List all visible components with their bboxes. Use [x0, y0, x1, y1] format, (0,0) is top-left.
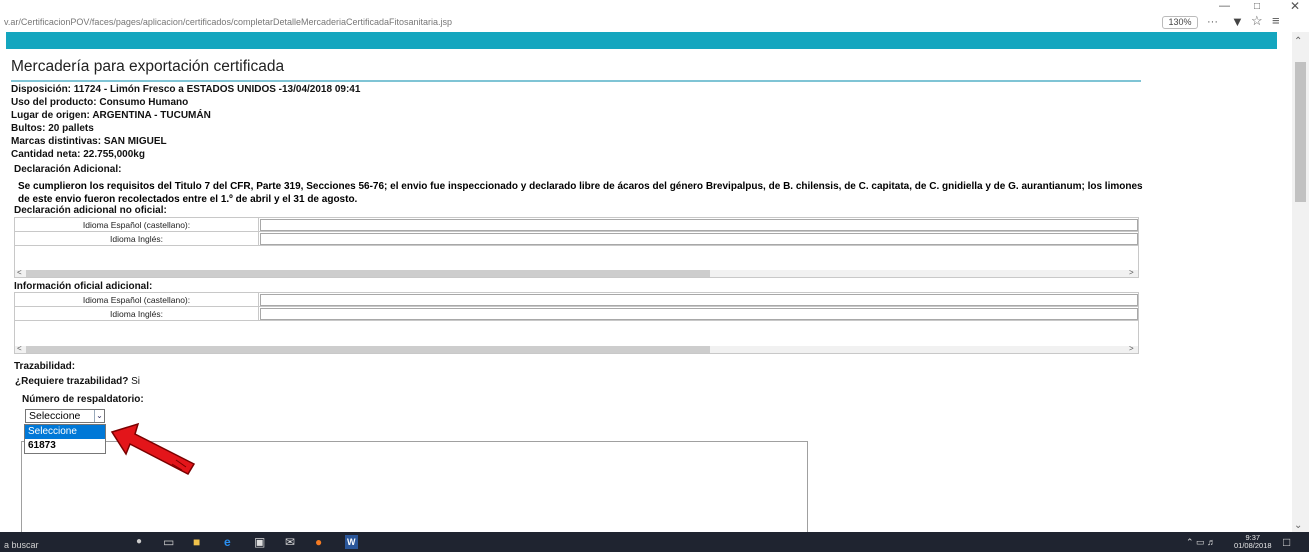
info-oficial-row2-label: Idioma Inglés:: [110, 309, 163, 319]
word-icon[interactable]: W: [345, 535, 358, 549]
firefox-icon[interactable]: ●: [315, 535, 322, 549]
info-origen: Lugar de origen: ARGENTINA - TUCUMÁN: [11, 110, 211, 121]
close-icon[interactable]: ✕: [1290, 0, 1300, 13]
no-oficial-title: Declaración adicional no oficial:: [14, 205, 167, 216]
address-bar[interactable]: v.ar/CertificacionPOV/faces/pages/aplica…: [4, 17, 452, 27]
no-oficial-hscroll-thumb[interactable]: [26, 270, 710, 277]
respaldatorio-select[interactable]: Seleccione: [25, 409, 105, 423]
scroll-up-icon[interactable]: ⌃: [1294, 36, 1302, 47]
info-bultos: Bultos: 20 pallets: [11, 123, 94, 134]
title-divider: [11, 80, 1141, 82]
taskbar-search[interactable]: a buscar: [4, 540, 39, 550]
page-title: Mercadería para exportación certificada: [11, 58, 285, 75]
scroll-down-icon[interactable]: ⌄: [1294, 520, 1302, 531]
task-view-icon[interactable]: ▭: [163, 535, 174, 549]
vertical-scrollbar-thumb[interactable]: [1295, 62, 1306, 202]
tray-clock[interactable]: 9:37 01/08/2018: [1234, 534, 1272, 550]
info-oficial-hscroll-thumb[interactable]: [26, 346, 710, 353]
info-oficial-title: Información oficial adicional:: [14, 281, 153, 292]
store-icon[interactable]: ▣: [254, 535, 265, 549]
tray-icons[interactable]: ⌃ ▭ ♬: [1186, 535, 1216, 549]
declaracion-text: Se cumplieron los requisitos del Titulo …: [18, 181, 1143, 205]
no-oficial-ingles-input[interactable]: [260, 233, 1138, 245]
scroll-left-icon[interactable]: <: [17, 344, 22, 353]
more-icon[interactable]: ···: [1207, 16, 1218, 29]
dropdown-option-seleccione[interactable]: Seleccione: [25, 425, 105, 439]
no-oficial-espanol-input[interactable]: [260, 219, 1138, 231]
edge-icon[interactable]: e: [224, 535, 231, 549]
trazabilidad-answer: Si: [131, 376, 141, 387]
declaracion-title: Declaración Adicional:: [14, 164, 122, 175]
bookmark-star-icon[interactable]: ☆: [1251, 14, 1263, 27]
tray-date: 01/08/2018: [1234, 541, 1272, 550]
annotation-arrow-icon: [110, 422, 196, 475]
header-band: [6, 32, 1277, 49]
notification-icon[interactable]: □: [1283, 535, 1290, 549]
info-uso: Uso del producto: Consumo Humano: [11, 97, 189, 108]
table-row-divider: [15, 306, 1138, 307]
file-explorer-icon[interactable]: ■: [193, 535, 200, 549]
table-row-divider: [15, 320, 1138, 321]
zoom-level-badge[interactable]: 130%: [1162, 16, 1198, 29]
chevron-down-icon[interactable]: ⌄: [94, 410, 104, 422]
info-oficial-ingles-input[interactable]: [260, 308, 1138, 320]
scroll-right-icon[interactable]: >: [1129, 268, 1134, 277]
no-oficial-row1-label: Idioma Español (castellano):: [82, 220, 191, 230]
no-oficial-row2-label: Idioma Inglés:: [110, 234, 163, 244]
info-marcas: Marcas distintivas: SAN MIGUEL: [11, 136, 167, 147]
microphone-icon[interactable]: ●: [136, 535, 142, 549]
minimize-icon[interactable]: —: [1219, 0, 1230, 13]
table-row-divider: [15, 245, 1138, 246]
dropdown-option-61873[interactable]: 61873: [25, 439, 105, 453]
trazabilidad-title: Trazabilidad:: [14, 361, 76, 372]
scroll-left-icon[interactable]: <: [17, 268, 22, 277]
browser-toolbar: v.ar/CertificacionPOV/faces/pages/aplica…: [0, 0, 1309, 32]
info-oficial-espanol-input[interactable]: [260, 294, 1138, 306]
scroll-right-icon[interactable]: >: [1129, 344, 1134, 353]
mail-icon[interactable]: ✉: [285, 535, 295, 549]
table-row-divider: [15, 231, 1138, 232]
info-disposicion: Disposición: 11724 - Limón Fresco a ESTA…: [11, 84, 361, 95]
info-oficial-row1-label: Idioma Español (castellano):: [82, 295, 191, 305]
info-cantidad: Cantidad neta: 22.755,000kg: [11, 149, 145, 160]
respaldatorio-label: Número de respaldatorio:: [22, 394, 144, 405]
pocket-icon[interactable]: ▼: [1231, 15, 1244, 28]
menu-icon[interactable]: ≡: [1272, 14, 1280, 27]
restore-icon[interactable]: □: [1254, 0, 1260, 13]
trazabilidad-question: ¿Requiere trazabilidad? Si: [15, 376, 141, 387]
